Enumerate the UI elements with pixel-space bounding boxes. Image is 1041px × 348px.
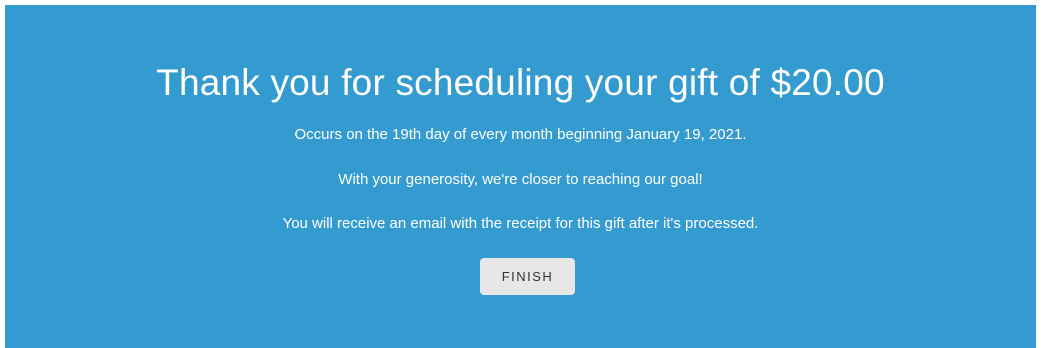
generosity-text: With your generosity, we're closer to re… [338,171,703,188]
receipt-text: You will receive an email with the recei… [282,215,759,232]
finish-button[interactable]: FINISH [480,258,575,295]
page-frame: Thank you for scheduling your gift of $2… [0,0,1041,348]
schedule-text: Occurs on the 19th day of every month be… [294,126,747,143]
confirmation-panel: Thank you for scheduling your gift of $2… [5,5,1036,348]
confirmation-title: Thank you for scheduling your gift of $2… [156,62,885,103]
